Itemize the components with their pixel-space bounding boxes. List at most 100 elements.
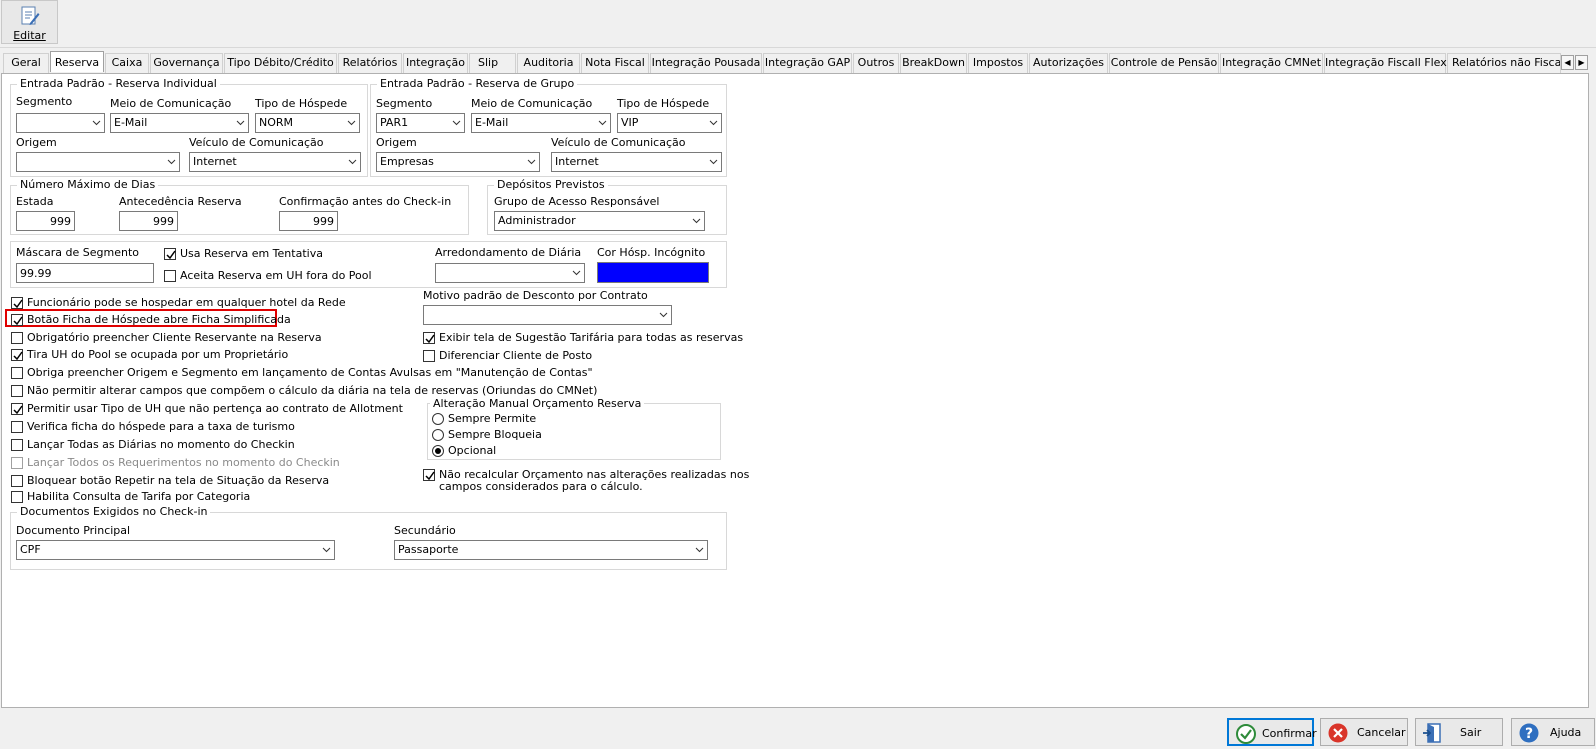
sair-button[interactable]: Sair [1415, 718, 1503, 746]
ajuda-button[interactable]: ? Ajuda [1511, 718, 1595, 746]
checkbox-verifica-ficha-taxa-turismo[interactable]: Verifica ficha do hóspede para a taxa de… [11, 420, 411, 434]
checkmark-icon [425, 334, 435, 344]
tab-scroll-left-button[interactable]: ◀ [1561, 55, 1574, 70]
checkbox-exibir-sugestao-tarifaria[interactable]: Exibir tela de Sugestão Tarifária para t… [423, 331, 743, 345]
checkbox-nao-recalcular-orcamento[interactable]: Não recalcular Orçamento nas alterações … [423, 468, 749, 496]
group-numero-maximo-dias: Número Máximo de Dias Estada 999 Anteced… [10, 178, 469, 235]
checkbox-tira-uh-pool[interactable]: Tira UH do Pool se ocupada por um Propri… [11, 348, 411, 362]
individual-veiculo-comunicacao-select[interactable]: Internet [189, 152, 361, 172]
checkbox-label: Obriga preencher Origem e Segmento em la… [27, 366, 593, 379]
input-value: 999 [153, 215, 174, 228]
cor-hosp-incognito-swatch[interactable] [597, 262, 709, 283]
tab-integracao-pousada[interactable]: Integração Pousada [650, 53, 762, 73]
checkbox-box [11, 385, 23, 397]
antecedencia-input[interactable]: 999 [119, 211, 178, 231]
radio-opcional[interactable]: Opcional [432, 444, 552, 458]
individual-meio-comunicacao-select[interactable]: E-Mail [110, 113, 249, 133]
radio-dot [432, 413, 444, 425]
grupo-veiculo-comunicacao-select[interactable]: Internet [551, 152, 722, 172]
individual-origem-select[interactable] [16, 152, 180, 172]
aceita-reserva-uh-fora-pool-checkbox[interactable]: Aceita Reserva em UH fora do Pool [164, 269, 384, 283]
tab-controle-pensao[interactable]: Controle de Pensão [1109, 53, 1219, 73]
tab-integracao[interactable]: Integração [403, 53, 468, 73]
grupo-segmento-select[interactable]: PAR1 [376, 113, 465, 133]
tab-autorizacoes[interactable]: Autorizações [1029, 53, 1108, 73]
tab-slip[interactable]: Slip [469, 53, 516, 73]
ajuda-label: Ajuda [1550, 726, 1582, 739]
select-value: VIP [621, 116, 639, 129]
grupo-tipo-hospede-select[interactable]: VIP [617, 113, 722, 133]
individual-tipo-hospede-select[interactable]: NORM [255, 113, 360, 133]
individual-segmento-select[interactable] [16, 113, 105, 133]
input-value: 999 [50, 215, 71, 228]
documento-principal-select[interactable]: CPF [16, 540, 335, 560]
chevron-down-icon [348, 159, 357, 165]
arredondamento-select[interactable] [435, 263, 585, 283]
checkbox-label: Lançar Todos os Requerimentos no momento… [27, 456, 340, 469]
tab-caixa[interactable]: Caixa [105, 53, 149, 73]
checkbox-bloquear-botao-repetir[interactable]: Bloquear botão Repetir na tela de Situaç… [11, 474, 411, 488]
checkbox-label: Aceita Reserva em UH fora do Pool [180, 269, 372, 282]
checkbox-box [423, 332, 435, 344]
chevron-down-icon [527, 159, 536, 165]
checkbox-lancar-diarias-checkin[interactable]: Lançar Todas as Diárias no momento do Ch… [11, 438, 411, 452]
checkbox-obrigatorio-cliente-reservante[interactable]: Obrigatório preencher Cliente Reservante… [11, 331, 411, 345]
radio-sempre-bloqueia[interactable]: Sempre Bloqueia [432, 428, 552, 442]
input-value: 999 [313, 215, 334, 228]
checkbox-permitir-tipo-uh-allotment[interactable]: Permitir usar Tipo de UH que não pertenç… [11, 402, 411, 416]
tab-label: Outros [857, 56, 895, 69]
tab-tipo-debito-credito[interactable]: Tipo Débito/Crédito [224, 53, 337, 73]
tab-integracao-cmnet[interactable]: Integração CMNet [1220, 53, 1323, 73]
estada-input[interactable]: 999 [16, 211, 75, 231]
checkbox-nao-permitir-alterar-campos[interactable]: Não permitir alterar campos que compõem … [11, 384, 597, 398]
checkbox-habilita-consulta-tarifa[interactable]: Habilita Consulta de Tarifa por Categori… [11, 490, 411, 504]
edit-button[interactable]: Editar [1, 0, 58, 44]
tab-auditoria[interactable]: Auditoria [517, 53, 580, 73]
tab-reserva[interactable]: Reserva [50, 51, 104, 72]
confirmar-label: Confirmar [1262, 727, 1317, 740]
tab-geral[interactable]: Geral [3, 53, 49, 73]
tab-integracao-gap[interactable]: Integração GAP [763, 53, 852, 73]
chevron-down-icon [572, 270, 581, 276]
checkbox-box [11, 367, 23, 379]
select-value: CPF [20, 543, 41, 556]
chevron-down-icon [709, 159, 718, 165]
tab-integracao-fiscall-flex[interactable]: Integração Fiscall Flex [1324, 53, 1447, 73]
grupo-origem-select[interactable]: Empresas [376, 152, 540, 172]
checkmark-icon [13, 405, 23, 415]
help-circle-icon: ? [1519, 723, 1539, 743]
tab-governanca[interactable]: Governança [150, 53, 223, 73]
checkbox-box [11, 297, 23, 309]
checkbox-botao-ficha-simplificada[interactable]: Botão Ficha de Hóspede abre Ficha Simpli… [11, 313, 291, 327]
tab-relatorios[interactable]: Relatórios [338, 53, 402, 73]
checkbox-label: Botão Ficha de Hóspede abre Ficha Simpli… [27, 313, 291, 326]
tipo-hospede-label: Tipo de Hóspede [617, 97, 710, 110]
tab-relatorios-nao-fiscais[interactable]: Relatórios não Fisca [1447, 53, 1561, 73]
confirmar-button[interactable]: Confirmar [1227, 718, 1317, 746]
checkbox-label: Lançar Todas as Diárias no momento do Ch… [27, 438, 295, 451]
tab-impostos[interactable]: Impostos [968, 53, 1028, 73]
tab-breakdown[interactable]: BreakDown [900, 53, 967, 73]
checkbox-funcionario-hospedar[interactable]: Funcionário pode se hospedar em qualquer… [11, 296, 411, 310]
edit-button-label: Editar [13, 29, 46, 42]
tab-label: Governança [153, 56, 220, 69]
tab-scroll-right-button[interactable]: ▶ [1575, 55, 1588, 70]
documento-secundario-select[interactable]: Passaporte [394, 540, 708, 560]
mascara-segmento-input[interactable]: 99.99 [16, 263, 154, 283]
checkbox-diferenciar-cliente-posto[interactable]: Diferenciar Cliente de Posto [423, 349, 723, 363]
usa-reserva-tentativa-checkbox[interactable]: Usa Reserva em Tentativa [164, 247, 364, 261]
radio-sempre-permite[interactable]: Sempre Permite [432, 412, 552, 426]
origem-label: Origem [16, 136, 57, 149]
grupo-acesso-select[interactable]: Administrador [494, 211, 705, 231]
radio-label: Sempre Permite [448, 412, 537, 425]
select-value: Internet [555, 155, 599, 168]
checkbox-obriga-origem-segmento[interactable]: Obriga preencher Origem e Segmento em la… [11, 366, 593, 380]
cancelar-button[interactable]: Cancelar [1320, 718, 1408, 746]
motivo-desconto-select[interactable] [423, 305, 672, 325]
tab-nota-fiscal[interactable]: Nota Fiscal [581, 53, 649, 73]
group-reserva-individual: Entrada Padrão - Reserva Individual Segm… [10, 77, 368, 177]
confirmacao-input[interactable]: 999 [279, 211, 338, 231]
grupo-meio-comunicacao-select[interactable]: E-Mail [471, 113, 611, 133]
tab-outros[interactable]: Outros [853, 53, 899, 73]
checkbox-box [11, 403, 23, 415]
